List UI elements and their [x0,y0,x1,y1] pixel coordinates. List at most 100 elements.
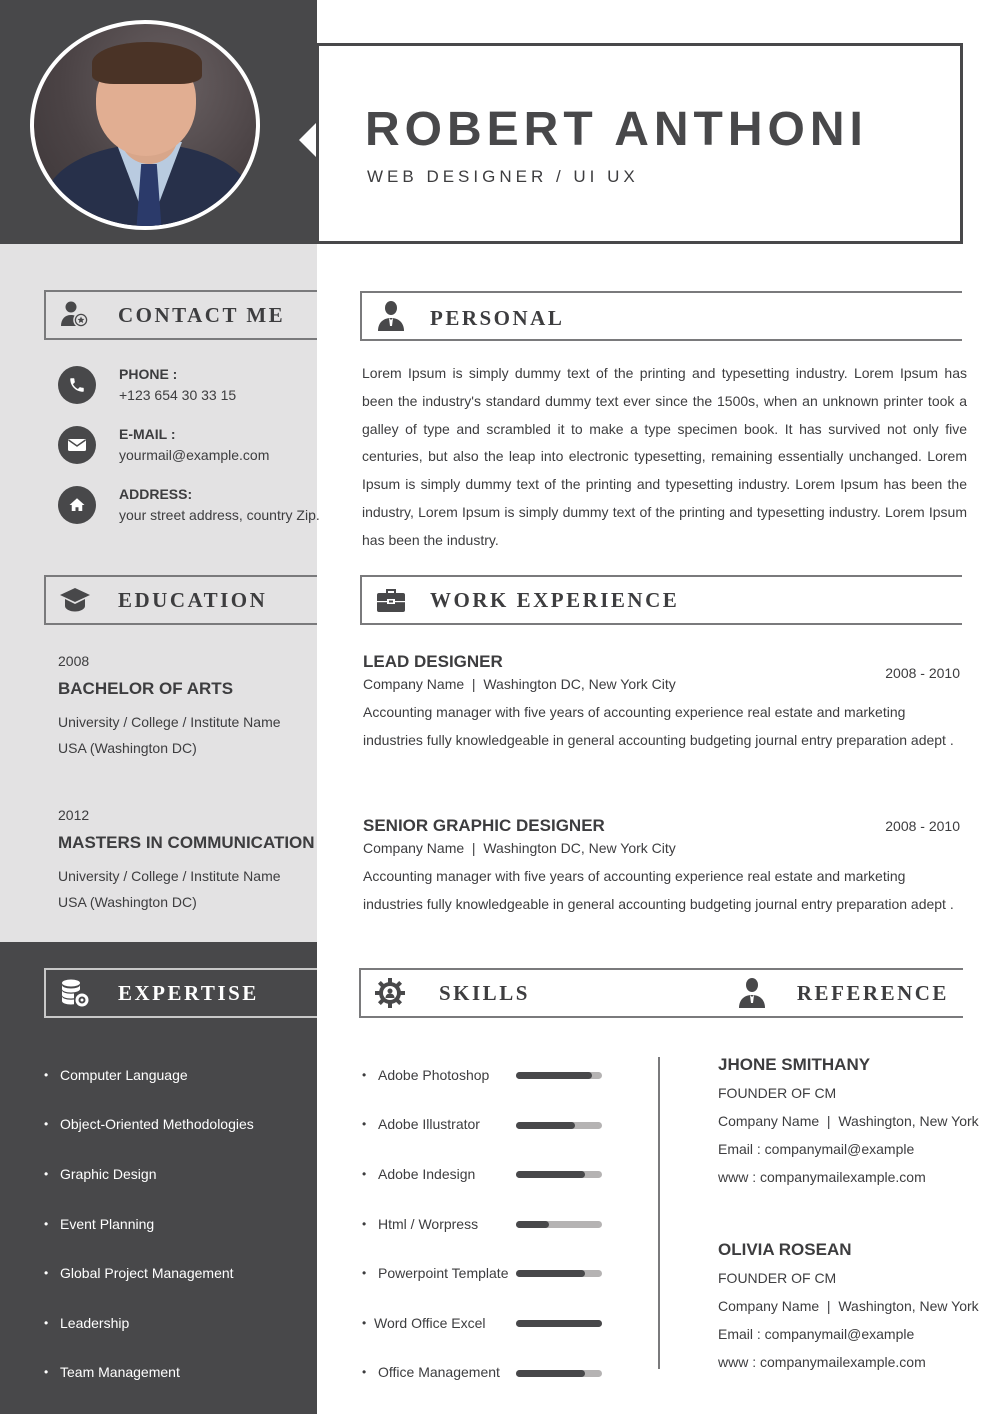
job-company: Company Name | Washington DC, New York C… [363,840,676,856]
candidate-role: WEB DESIGNER / UI UX [367,167,639,186]
reference-website[interactable]: www : companymailexample.com [718,1163,978,1191]
person-icon [735,976,769,1010]
address-label: ADDRESS: [119,486,193,502]
contact-phone: PHONE : +123 654 30 33 15 [58,366,318,416]
job-dates: 2008 - 2010 [885,665,960,681]
expertise-item: • Event Planning [44,1215,155,1232]
skill-bar [516,1171,602,1179]
mail-icon [58,426,96,464]
briefcase-icon [374,583,408,617]
skill-item: • Adobe Indesign [362,1149,612,1199]
pointer-arrow [299,122,317,158]
reference-entry: OLIVIA ROSEAN FOUNDER OF CM Company Name… [718,1240,979,1376]
skill-bar-fill [516,1270,585,1278]
expertise-item: • Leadership [44,1314,130,1331]
expertise-item: • Graphic Design [44,1165,157,1182]
job-dates: 2008 - 2010 [885,818,960,834]
skill-item: • Adobe Photoshop [362,1050,612,1100]
skill-item: • Powerpoint Template [362,1248,612,1298]
expertise-item: • Global Project Management [44,1265,234,1282]
education-item: 2012 MASTERS IN COMMUNICATION University… [58,807,318,915]
skill-name: Html / Worpress [378,1215,479,1232]
personal-summary: Lorem Ipsum is simply dummy text of the … [362,365,967,548]
reference-company: Company Name | Washington, New York [718,1298,979,1314]
skill-item: • Office Management [362,1348,612,1398]
reference-name: OLIVIA ROSEAN [718,1240,852,1259]
expertise-section-header: EXPERTISE [44,968,317,1018]
job-description: Accounting manager with five years of ac… [363,704,954,748]
skill-item: • Adobe Illustrator [362,1100,612,1150]
job-title: SENIOR GRAPHIC DESIGNER [363,816,605,835]
skill-bar [516,1369,602,1377]
education-year: 2012 [58,807,90,823]
personal-section-header: PERSONAL [360,291,962,341]
work-section-header: WORK EXPERIENCE [360,575,962,625]
education-item: 2008 BACHELOR OF ARTS University / Colle… [58,653,318,761]
skills-title: SKILLS [439,980,530,1005]
personal-title: PERSONAL [430,305,565,330]
column-divider [658,1057,660,1369]
reference-website[interactable]: www : companymailexample.com [718,1348,978,1376]
phone-icon [58,366,96,404]
skill-bar [516,1220,602,1228]
contact-section-header: CONTACT ME [44,290,317,340]
skill-bar-fill [516,1072,592,1079]
phone-value[interactable]: +123 654 30 33 15 [119,387,236,403]
skill-name: Adobe Photoshop [378,1066,490,1083]
reference-position: FOUNDER OF CM [718,1270,837,1286]
expertise-item: • Team Management [44,1364,180,1381]
education-location: USA (Washington DC) [58,894,197,910]
skill-name: Adobe Illustrator [378,1116,480,1133]
education-institution: University / College / Institute Name [58,714,281,730]
job-title: LEAD DESIGNER [363,652,503,671]
skills-list: • Adobe Photoshop • Adobe Illustrator • Ado… [362,1050,612,1397]
education-degree: BACHELOR OF ARTS [58,679,234,698]
reference-email[interactable]: Email : companymail@example [718,1135,978,1163]
phone-label: PHONE : [119,366,178,382]
gear-person-icon [373,976,407,1010]
job-company: Company Name | Washington DC, New York C… [363,676,676,692]
graduation-cap-icon [58,583,92,617]
reference-position: FOUNDER OF CM [718,1085,837,1101]
skill-bar-fill [516,1369,585,1377]
person-icon [374,299,408,333]
skill-bar-fill [516,1171,585,1179]
education-year: 2008 [58,653,90,669]
reference-company: Company Name | Washington, New York [718,1113,979,1129]
skill-bar [516,1319,602,1327]
home-icon [58,486,96,524]
work-title: WORK EXPERIENCE [430,587,680,612]
reference-entry: JHONE SMITHANY FOUNDER OF CM Company Nam… [718,1055,979,1191]
skill-item: • Word Office Excel [362,1298,612,1348]
profile-photo [30,20,260,230]
email-value[interactable]: yourmail@example.com [119,447,269,463]
skill-bar [516,1270,602,1278]
skills-reference-header: SKILLS REFERENCE [359,968,963,1018]
contact-title: CONTACT ME [118,302,286,327]
skill-bar [516,1121,602,1129]
skill-name: Word Office Excel [374,1314,486,1331]
name-header: ROBERT ANTHONI WEB DESIGNER / UI UX [316,43,963,244]
reference-title: REFERENCE [796,980,949,1005]
skill-bar-fill [516,1319,602,1327]
education-location: USA (Washington DC) [58,740,197,756]
reference-email[interactable]: Email : companymail@example [718,1320,978,1348]
expertise-title: EXPERTISE [118,980,259,1005]
user-star-icon [58,298,92,332]
skill-name: Powerpoint Template [378,1265,509,1282]
skill-name: Adobe Indesign [378,1165,476,1182]
skill-bar [516,1072,602,1079]
job-description: Accounting manager with five years of ac… [363,868,954,912]
skill-bar-fill [516,1220,549,1228]
job-entry: SENIOR GRAPHIC DESIGNER 2008 - 2010 Comp… [363,816,963,918]
education-section-header: EDUCATION [44,575,317,625]
email-label: E-MAIL : [119,426,176,442]
education-degree: MASTERS IN COMMUNICATION [58,833,315,852]
skill-item: • Html / Worpress [362,1199,612,1249]
contact-address: ADDRESS: your street address, country Zi… [58,486,320,536]
job-entry: LEAD DESIGNER 2008 - 2010 Company Name |… [363,652,963,754]
education-title: EDUCATION [118,587,268,612]
database-gear-icon [58,976,92,1010]
skill-bar-fill [516,1121,576,1129]
expertise-list: • Computer Language • Object-Oriented Meth… [44,1050,314,1397]
